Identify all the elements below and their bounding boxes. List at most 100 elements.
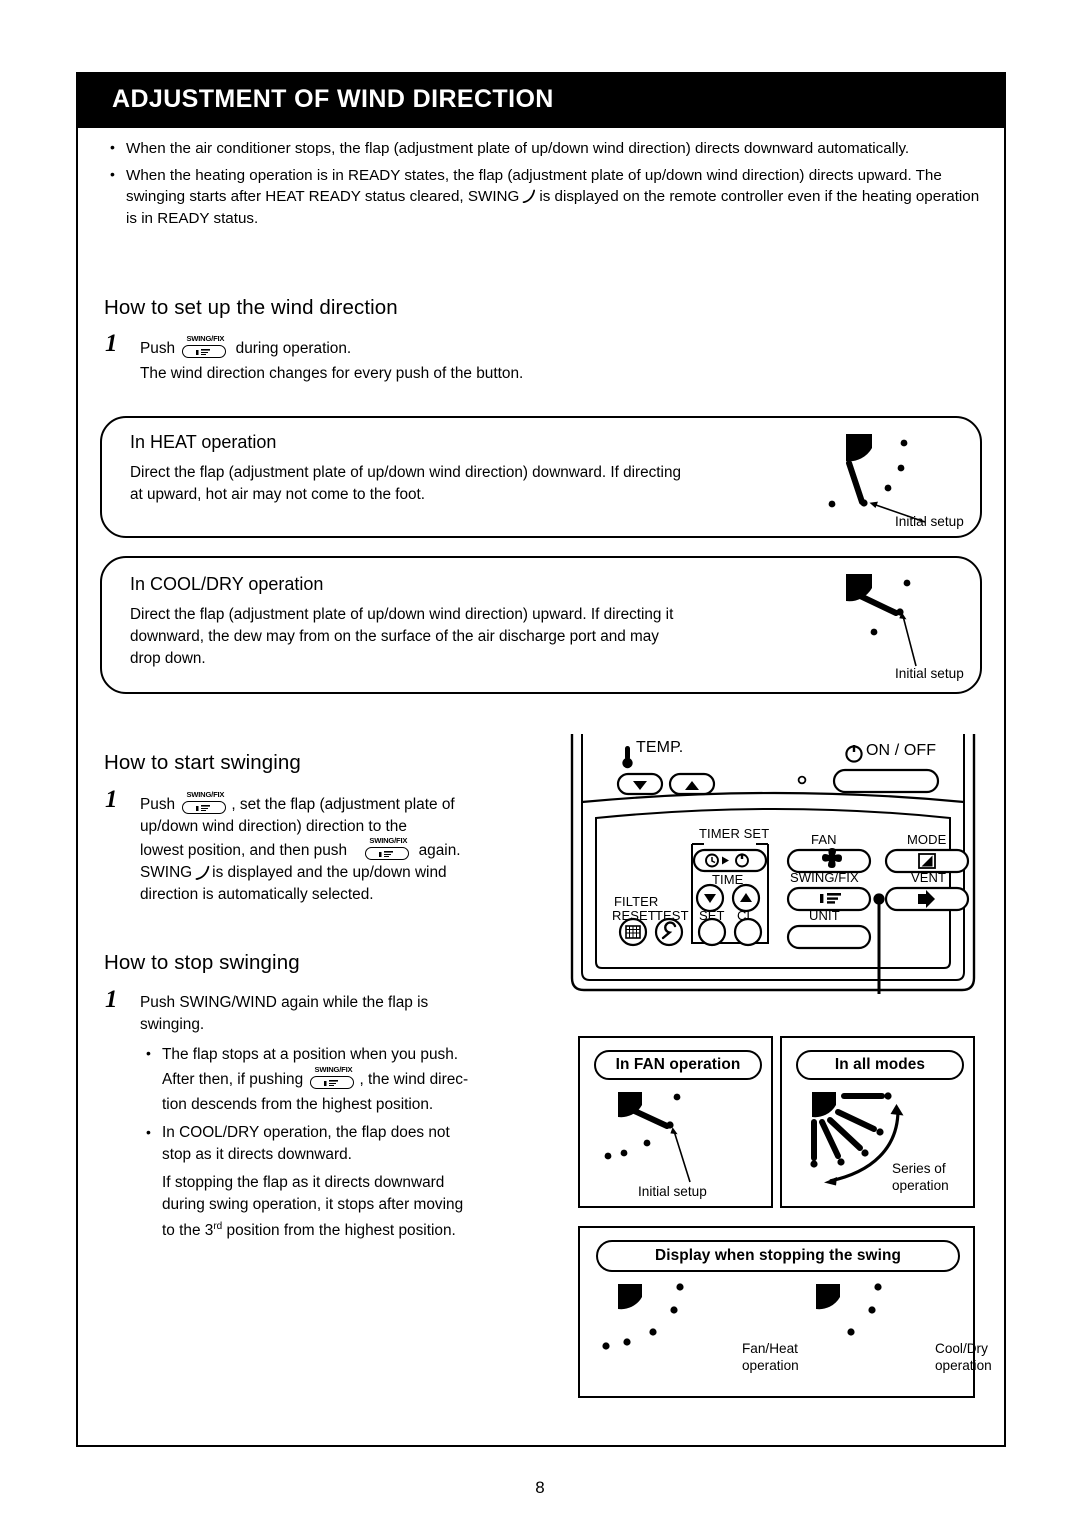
heading-setup-wind-direction: How to set up the wind direction — [104, 296, 398, 319]
page-title: ADJUSTMENT OF WIND DIRECTION — [112, 85, 554, 113]
remote-controller: TEMP. ON / OFF TIMER SET TIME SET CL FIL… — [566, 734, 986, 994]
stop-swing-b1-post: , the wind direc- — [359, 1071, 469, 1088]
start-swing-t6b: is displayed and the up/down wind — [212, 864, 447, 881]
cooldry-operation-box: In COOL/DRY operation Direct the flap (a… — [100, 556, 982, 694]
stop-swing-lead2: swinging. — [140, 1016, 205, 1033]
step-body-setup: Push SWING/FIX during operation. The win… — [140, 334, 660, 385]
start-swing-t2: , set the flap (adjustment plate of — [231, 796, 455, 813]
heat-diagram-caption: Initial setup — [895, 514, 964, 529]
display-stop-swing-box: Display when stopping the swing Fan/Heat… — [578, 1226, 992, 1398]
stop-swing-paragraph: If stopping the flap as it directs downw… — [140, 1172, 590, 1242]
swing-fix-button-label: SWING/FIX — [186, 334, 225, 343]
cooldry-box-line2: downward, the dew may from on the surfac… — [130, 628, 659, 645]
swing-fix-button-pill — [182, 345, 227, 358]
fan-operation-box: In FAN operation Initial setup — [578, 1036, 773, 1208]
fan-heat-flap-diagram — [602, 1280, 744, 1390]
page-frame: ADJUSTMENT OF WIND DIRECTION When the ai… — [76, 72, 1006, 1447]
remote-temp-label: TEMP. — [636, 739, 684, 756]
intro-bullet-1: When the air conditioner stops, the flap… — [104, 137, 994, 160]
setup-push-label: Push — [140, 340, 176, 357]
all-modes-box-title: In all modes — [796, 1050, 964, 1080]
swing-fix-button-pill — [310, 1076, 355, 1089]
stop-swing-b1-l3: tion descends from the highest position. — [162, 1096, 434, 1113]
heat-box-line2: at upward, hot air may not come to the f… — [130, 486, 426, 503]
stop-swing-bullet-2: In COOL/DRY operation, the flap does not… — [140, 1121, 590, 1166]
stop-swing-b2-l2: stop as it directs downward. — [162, 1146, 352, 1163]
remote-cl-label: CL — [737, 908, 754, 923]
remote-test-label: TEST — [655, 908, 689, 923]
step-number-setup: 1 — [105, 330, 118, 357]
cooldry-flap-diagram — [824, 570, 974, 675]
stop-swing-p-l3a: to the 3 — [162, 1222, 214, 1240]
swing-fix-button-label: SWING/FIX — [186, 790, 225, 799]
cool-dry-caption-l2: operation — [935, 1358, 992, 1373]
cooldry-box-line3: drop down. — [130, 650, 206, 667]
remote-reset-label: RESET — [612, 908, 656, 923]
swing-fix-button-inline[interactable]: SWING/FIX — [180, 334, 230, 360]
intro-bullet-1-text: When the air conditioner stops, the flap… — [126, 140, 910, 157]
cooldry-box-title: In COOL/DRY operation — [130, 574, 324, 594]
stop-swing-b1-l2: After then, if pushing SWING/FIX , the wi… — [162, 1065, 590, 1092]
swing-fix-button-inline[interactable]: SWING/FIX — [308, 1065, 358, 1091]
fan-heat-caption-l1: Fan/Heat — [742, 1341, 798, 1356]
remote-time-label: TIME — [712, 872, 744, 887]
ordinal-suffix: rd — [213, 1221, 223, 1232]
stop-swing-lead1: Push SWING/WIND again while the flap is — [140, 994, 429, 1011]
page-number: 8 — [535, 1478, 545, 1497]
setup-during-operation-label: during operation. — [235, 340, 352, 357]
page-title-bar: ADJUSTMENT OF WIND DIRECTION — [78, 74, 1004, 128]
heat-operation-box: In HEAT operation Direct the flap (adjus… — [100, 416, 982, 538]
swing-fix-button-pill — [365, 847, 410, 860]
remote-fan-label: FAN — [811, 832, 837, 847]
swing-fix-button-inline[interactable]: SWING/FIX — [363, 836, 413, 862]
stop-swing-b1-pre: After then, if pushing — [162, 1071, 304, 1088]
step-body-stop-swing: Push SWING/WIND again while the flap is … — [140, 992, 590, 1242]
stop-swing-p-l3: to the 3rd position from the highest pos… — [162, 1216, 590, 1242]
swing-curve-icon — [521, 189, 537, 204]
step-body-start-swing: Push SWING/FIX , set the flap (adjustment… — [140, 790, 590, 906]
stop-swing-b2-l1: In COOL/DRY operation, the flap does not — [162, 1124, 450, 1141]
heat-box-title: In HEAT operation — [130, 432, 277, 452]
remote-vent-label: VENT — [911, 870, 947, 885]
swing-fix-button-pill — [182, 801, 227, 814]
stop-swing-bullet-1: The flap stops at a position when you pu… — [140, 1041, 590, 1117]
swing-curve-icon — [194, 865, 210, 880]
swing-fix-button-label: SWING/FIX — [314, 1065, 353, 1074]
start-swing-line5: direction is automatically selected. — [140, 886, 374, 903]
cooldry-box-text: Direct the flap (adjustment plate of up/… — [130, 604, 870, 670]
swing-fix-button-label: SWING/FIX — [369, 836, 408, 845]
cool-dry-caption-l1: Cool/Dry — [935, 1341, 988, 1356]
start-swing-line1: Push SWING/FIX , set the flap (adjustment… — [140, 790, 590, 816]
setup-line2: The wind direction changes for every pus… — [140, 365, 524, 382]
remote-timer-set-label: TIMER SET — [699, 826, 770, 841]
start-swing-t5: again. — [418, 842, 461, 859]
remote-mode-label: MODE — [907, 832, 947, 847]
swing-fix-button-inline[interactable]: SWING/FIX — [180, 790, 230, 816]
fan-heat-caption-l2: operation — [742, 1358, 799, 1373]
start-swing-line2: up/down wind direction) direction to the — [140, 818, 407, 835]
step-number-start-swing: 1 — [105, 786, 118, 813]
heat-box-line1: Direct the flap (adjustment plate of up/… — [130, 464, 681, 481]
all-modes-diagram-caption: Series of operation — [892, 1160, 949, 1194]
fan-diagram-caption: Initial setup — [638, 1184, 707, 1199]
all-modes-caption-l2: operation — [892, 1178, 949, 1193]
start-swing-swing-word: SWING — [140, 864, 193, 881]
heading-stop-swinging: How to stop swinging — [104, 951, 300, 974]
start-swing-line4: SWING is displayed and the up/down wind — [140, 862, 590, 884]
remote-onoff-label: ON / OFF — [866, 742, 937, 759]
connector-node — [873, 893, 885, 905]
heat-box-text: Direct the flap (adjustment plate of up/… — [130, 462, 870, 506]
start-swing-push: Push — [140, 796, 176, 813]
start-swing-t4: lowest position, and then push — [140, 842, 348, 859]
cooldry-box-line1: Direct the flap (adjustment plate of up/… — [130, 606, 674, 623]
fan-heat-caption: Fan/Heat operation — [742, 1340, 799, 1374]
fan-operation-box-title: In FAN operation — [594, 1050, 762, 1080]
all-modes-box: In all modes Series of operation — [780, 1036, 975, 1208]
cool-dry-flap-diagram — [802, 1280, 942, 1390]
step-number-stop-swing: 1 — [105, 986, 118, 1013]
remote-set-label: SET — [699, 908, 725, 923]
cool-dry-caption: Cool/Dry operation — [935, 1340, 992, 1374]
display-stop-swing-title: Display when stopping the swing — [596, 1240, 960, 1272]
start-swing-line3: lowest position, and then push SWING/FIX… — [140, 836, 590, 862]
stop-swing-p-l2: during swing operation, it stops after m… — [162, 1196, 464, 1213]
